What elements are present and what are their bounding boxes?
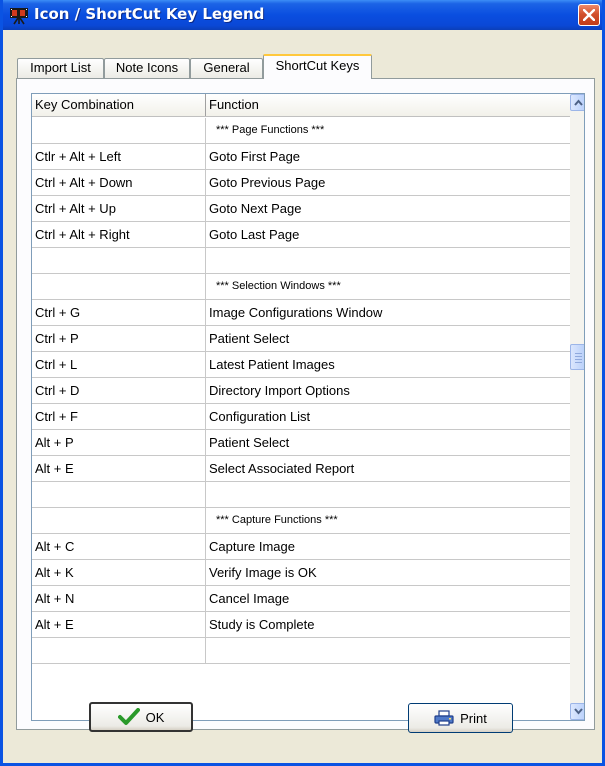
key-combination-cell: [32, 274, 206, 299]
tab-import-list[interactable]: Import List: [17, 58, 104, 78]
key-combination-cell: Ctrl + Alt + Down: [32, 170, 206, 195]
title-bar[interactable]: Icon / ShortCut Key Legend: [3, 0, 602, 30]
table-row[interactable]: *** Capture Functions ***: [32, 508, 570, 534]
table-row[interactable]: Ctrl + D Directory Import Options: [32, 378, 570, 404]
table-row[interactable]: *** Page Functions ***: [32, 118, 570, 144]
chevron-down-icon: [574, 708, 583, 715]
shortcut-grid[interactable]: Key Combination Function *** Page Functi…: [31, 93, 585, 721]
function-cell: Configuration List: [209, 409, 311, 424]
shortcut-legend-dialog: Icon / ShortCut Key Legend Import List N…: [0, 0, 605, 766]
scroll-down-button[interactable]: [570, 703, 584, 720]
check-icon: [117, 708, 140, 725]
table-row[interactable]: Ctlr + Alt + Left Goto First Page: [32, 144, 570, 170]
table-row[interactable]: Ctrl + L Latest Patient Images: [32, 352, 570, 378]
table-row[interactable]: Ctrl + Alt + Up Goto Next Page: [32, 196, 570, 222]
section-heading-cell: *** Page Functions ***: [216, 124, 325, 136]
table-row[interactable]: Alt + N Cancel Image: [32, 586, 570, 612]
close-icon: [583, 9, 595, 21]
vertical-scrollbar[interactable]: [570, 94, 584, 720]
table-row[interactable]: Ctrl + Alt + Down Goto Previous Page: [32, 170, 570, 196]
key-combination-cell: [32, 482, 206, 507]
function-cell: Directory Import Options: [209, 383, 350, 398]
printer-icon: [434, 710, 454, 726]
function-cell: Select Associated Report: [209, 461, 355, 476]
ok-button[interactable]: OK: [89, 702, 193, 732]
key-combination-cell: Ctlr + Alt + Left: [32, 144, 206, 169]
function-cell: Image Configurations Window: [209, 305, 383, 320]
table-row[interactable]: Ctrl + G Image Configurations Window: [32, 300, 570, 326]
ok-label: OK: [145, 709, 165, 725]
key-combination-cell: Ctrl + Alt + Up: [32, 196, 206, 221]
section-heading-cell: *** Capture Functions ***: [216, 514, 338, 526]
key-combination-cell: [32, 248, 206, 273]
key-combination-cell: Alt + C: [32, 534, 206, 559]
function-cell: Patient Select: [209, 435, 290, 450]
function-cell: [206, 248, 570, 273]
key-combination-cell: Alt + K: [32, 560, 206, 585]
grid-header: Key Combination Function: [32, 94, 570, 117]
table-row[interactable]: Alt + P Patient Select: [32, 430, 570, 456]
key-combination-cell: [32, 638, 206, 663]
window-title: Icon / ShortCut Key Legend: [34, 5, 265, 23]
key-combination-cell: Ctrl + D: [32, 378, 206, 403]
table-row[interactable]: *** Selection Windows ***: [32, 274, 570, 300]
key-combination-cell: Alt + N: [32, 586, 206, 611]
scroll-up-button[interactable]: [570, 94, 584, 111]
app-film-camera-icon: [9, 5, 29, 25]
table-row[interactable]: Ctrl + P Patient Select: [32, 326, 570, 352]
key-combination-cell: Alt + P: [32, 430, 206, 455]
tab-note-icons[interactable]: Note Icons: [104, 58, 190, 78]
column-header-function[interactable]: Function: [206, 94, 570, 116]
function-cell: Verify Image is OK: [209, 565, 317, 580]
close-button[interactable]: [578, 4, 600, 26]
function-cell: Patient Select: [209, 331, 290, 346]
print-button[interactable]: Print: [408, 703, 513, 733]
function-cell: Goto First Page: [209, 149, 301, 164]
column-header-key-combination[interactable]: Key Combination: [32, 94, 206, 116]
function-cell: Goto Next Page: [209, 201, 302, 216]
key-combination-cell: Ctrl + L: [32, 352, 206, 377]
table-row[interactable]: Alt + E Study is Complete: [32, 612, 570, 638]
table-row[interactable]: Ctrl + Alt + Right Goto Last Page: [32, 222, 570, 248]
key-combination-cell: Alt + E: [32, 456, 206, 481]
function-cell: Latest Patient Images: [209, 357, 335, 372]
table-row[interactable]: [32, 638, 570, 664]
key-combination-cell: Ctrl + Alt + Right: [32, 222, 206, 247]
table-row[interactable]: Ctrl + F Configuration List: [32, 404, 570, 430]
key-combination-cell: Alt + E: [32, 612, 206, 637]
section-heading-cell: *** Selection Windows ***: [216, 280, 341, 292]
function-cell: Goto Previous Page: [209, 175, 326, 190]
function-cell: Cancel Image: [209, 591, 290, 606]
key-combination-cell: Ctrl + G: [32, 300, 206, 325]
key-combination-cell: Ctrl + F: [32, 404, 206, 429]
function-cell: [206, 482, 570, 507]
function-cell: Goto Last Page: [209, 227, 300, 242]
tab-shortcut-keys[interactable]: ShortCut Keys: [263, 54, 372, 79]
table-row[interactable]: [32, 248, 570, 274]
table-row[interactable]: [32, 482, 570, 508]
table-row[interactable]: Alt + K Verify Image is OK: [32, 560, 570, 586]
function-cell: Capture Image: [209, 539, 295, 554]
table-row[interactable]: Alt + E Select Associated Report: [32, 456, 570, 482]
shortcut-keys-panel: Key Combination Function *** Page Functi…: [16, 78, 595, 730]
key-combination-cell: [32, 508, 206, 533]
function-cell: Study is Complete: [209, 617, 315, 632]
table-row[interactable]: Alt + C Capture Image: [32, 534, 570, 560]
tab-general[interactable]: General: [190, 58, 263, 78]
print-label: Print: [460, 710, 487, 726]
function-cell: [206, 638, 570, 663]
scroll-thumb[interactable]: [570, 344, 584, 370]
key-combination-cell: [32, 118, 206, 143]
chevron-up-icon: [574, 99, 583, 106]
key-combination-cell: Ctrl + P: [32, 326, 206, 351]
